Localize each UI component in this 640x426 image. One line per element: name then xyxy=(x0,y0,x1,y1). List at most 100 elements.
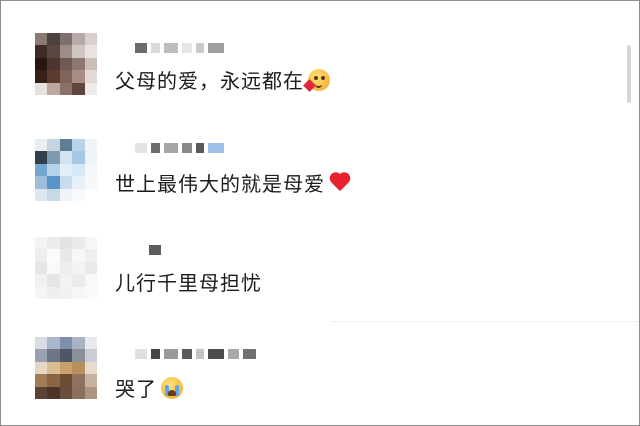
comment-text: 父母的爱，永远都在 xyxy=(115,69,304,93)
crying-face-icon xyxy=(161,376,183,399)
avatar-pixel xyxy=(72,249,85,262)
comment-item[interactable]: 世上最伟大的就是母爱 xyxy=(1,125,621,211)
avatar-pixel xyxy=(47,386,60,399)
avatar-pixel xyxy=(47,237,60,250)
avatar-pixel xyxy=(35,45,48,58)
username-blur-block xyxy=(135,43,147,53)
comment-text-row: 父母的爱，永远都在 xyxy=(115,65,330,94)
scrollbar[interactable] xyxy=(627,45,631,103)
avatar-pixel xyxy=(47,349,60,362)
username-blurred[interactable] xyxy=(115,141,224,155)
username-blur-block xyxy=(149,245,161,255)
avatar-pixel xyxy=(35,57,48,71)
avatar-pixel xyxy=(35,286,48,299)
username-blur-block xyxy=(196,349,204,359)
avatar-pixel xyxy=(47,176,60,189)
avatar-pixel xyxy=(84,45,97,58)
kiss-heart-face-icon xyxy=(303,68,330,92)
avatar[interactable] xyxy=(35,33,97,95)
avatar-pixel xyxy=(84,33,97,46)
avatar-pixel xyxy=(84,188,97,201)
username-blur-block xyxy=(182,43,192,53)
avatar-pixel xyxy=(47,163,60,177)
username-blurred[interactable] xyxy=(115,41,224,55)
avatar-pixel xyxy=(72,57,85,71)
avatar-pixel xyxy=(72,237,85,250)
avatar-pixel xyxy=(84,163,97,177)
username-blur-block xyxy=(164,143,178,153)
avatar-pixel xyxy=(35,249,48,262)
avatar-pixel xyxy=(84,151,97,164)
username-blur-block xyxy=(208,43,224,53)
avatar-pixel xyxy=(84,139,97,152)
avatar-pixel xyxy=(59,70,73,83)
avatar-pixel xyxy=(59,337,73,350)
avatar-pixel xyxy=(59,45,73,58)
comment-item[interactable]: 父母的爱，永远都在 xyxy=(1,19,621,105)
comment-item[interactable]: 儿行千里母担忧 xyxy=(1,223,621,309)
avatar-pixel xyxy=(35,163,48,177)
avatar-pixel xyxy=(35,237,48,250)
avatar-pixel xyxy=(59,139,73,152)
avatar-pixel xyxy=(35,374,48,387)
avatar-pixel xyxy=(59,349,73,362)
avatar-pixel xyxy=(72,261,85,275)
avatar[interactable] xyxy=(35,237,97,299)
username-blur-block xyxy=(135,349,147,359)
avatar-pixel xyxy=(84,237,97,250)
comment-text-row: 世上最伟大的就是母爱 xyxy=(115,168,351,197)
comment-item[interactable]: 哭了 xyxy=(1,327,621,413)
avatar-pixel xyxy=(47,151,60,164)
username-blur-block xyxy=(182,349,192,359)
avatar-pixel xyxy=(84,261,97,275)
username-blur-block xyxy=(164,349,178,359)
avatar-pixel xyxy=(84,70,97,83)
username-blur-block xyxy=(182,143,192,153)
avatar-pixel xyxy=(47,57,60,71)
avatar-pixel xyxy=(72,386,85,399)
avatar-pixel xyxy=(59,249,73,262)
avatar-pixel xyxy=(59,163,73,177)
avatar-pixel xyxy=(35,82,48,95)
comment-text: 世上最伟大的就是母爱 xyxy=(115,172,325,196)
avatar-pixel xyxy=(35,70,48,83)
avatar-pixel xyxy=(84,82,97,95)
avatar-pixel xyxy=(35,274,48,287)
avatar-pixel xyxy=(47,361,60,375)
avatar-pixel xyxy=(84,274,97,287)
comment-text-row: 哭了 xyxy=(115,373,183,402)
username-blur-block xyxy=(151,349,160,359)
username-blur-block xyxy=(164,43,178,53)
avatar-pixel xyxy=(35,261,48,275)
username-blurred[interactable] xyxy=(115,347,256,361)
avatar-pixel xyxy=(59,237,73,250)
avatar-pixel xyxy=(47,261,60,275)
avatar-pixel xyxy=(35,139,48,152)
avatar[interactable] xyxy=(35,337,97,399)
username-blurred[interactable] xyxy=(115,243,161,257)
avatar-pixel xyxy=(72,82,85,95)
avatar-pixel xyxy=(72,349,85,362)
avatar-pixel xyxy=(72,70,85,83)
avatar-pixel xyxy=(84,386,97,399)
avatar-pixel xyxy=(47,188,60,201)
avatar-pixel xyxy=(47,45,60,58)
avatar-pixel xyxy=(59,188,73,201)
avatar-pixel xyxy=(72,286,85,299)
avatar[interactable] xyxy=(35,139,97,201)
avatar-pixel xyxy=(59,82,73,95)
avatar-pixel xyxy=(47,139,60,152)
avatar-pixel xyxy=(35,337,48,350)
username-blur-block xyxy=(228,349,239,359)
avatar-pixel xyxy=(35,188,48,201)
avatar-pixel xyxy=(84,176,97,189)
username-blur-block xyxy=(151,43,160,53)
avatar-pixel xyxy=(72,151,85,164)
comment-text: 儿行千里母担忧 xyxy=(115,271,262,295)
avatar-pixel xyxy=(84,249,97,262)
avatar-pixel xyxy=(72,33,85,46)
avatar-pixel xyxy=(72,176,85,189)
avatar-pixel xyxy=(35,151,48,164)
avatar-pixel xyxy=(59,151,73,164)
avatar-pixel xyxy=(47,33,60,46)
